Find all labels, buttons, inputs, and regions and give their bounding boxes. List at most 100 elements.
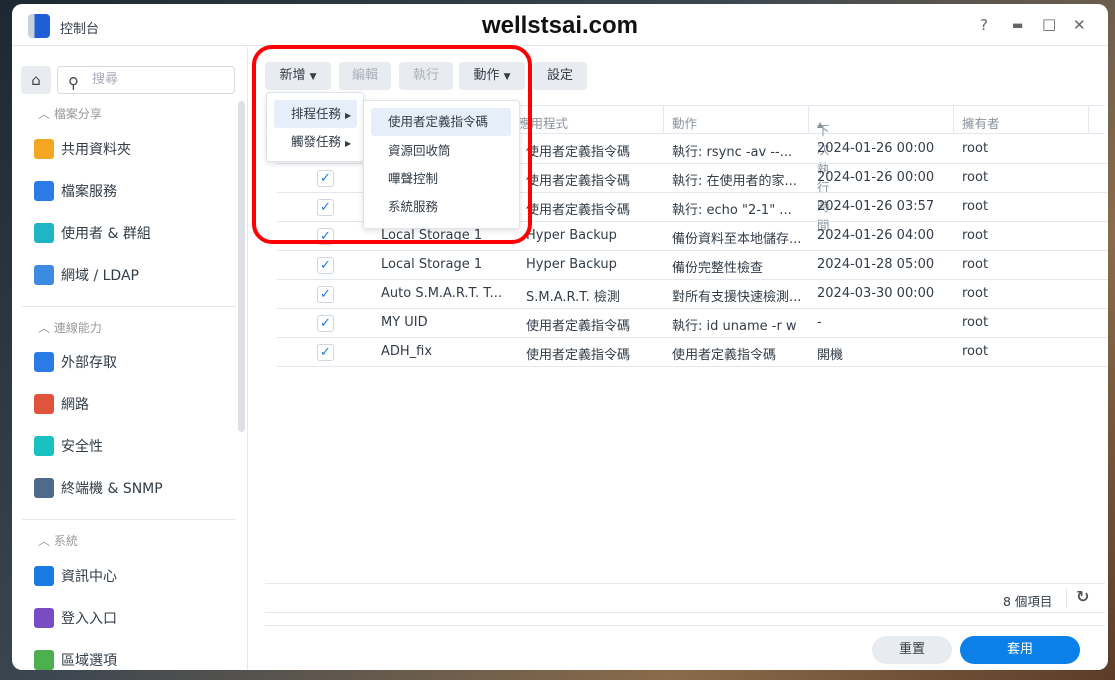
column-action[interactable]: 動作: [672, 113, 697, 132]
refresh-icon[interactable]: ↻: [1076, 587, 1089, 606]
table-row[interactable]: ✓ Auto S.M.A.R.T. T... S.M.A.R.T. 檢測 對所有…: [277, 280, 1108, 309]
task-action: 對所有支援快速檢測...: [672, 290, 802, 305]
sidebar-item-label: 網路: [61, 397, 89, 413]
terminal-icon: [34, 478, 54, 498]
footer-separator: [1066, 588, 1067, 608]
search-icon: ⚲: [68, 74, 79, 92]
table-row[interactable]: ✓ MY UID 使用者定義指令碼 執行: id uname -r w - ro…: [277, 309, 1108, 338]
sidebar-item-label: 外部存取: [61, 355, 117, 371]
sidebar-item[interactable]: 網路: [34, 394, 89, 414]
sidebar-item[interactable]: 檔案服務: [34, 181, 117, 201]
task-name: Local Storage 1: [381, 257, 483, 272]
sidebar-item[interactable]: 共用資料夾: [34, 139, 131, 159]
column-separator: [953, 106, 954, 134]
sidebar-divider: [22, 306, 236, 307]
sidebar: ⌂ ⚲ 搜尋 ︿ 檔案分享共用資料夾檔案服務使用者 & 群組 網域 / LDAP ︿ …: [12, 47, 248, 670]
section-label: 系統: [53, 534, 78, 548]
sidebar-item[interactable]: 區域選項: [34, 650, 117, 670]
task-name: Auto S.M.A.R.T. T...: [381, 286, 503, 301]
sidebar-item[interactable]: 使用者 & 群組: [34, 223, 151, 243]
task-app: 使用者定義指令碼: [526, 319, 631, 334]
maximize-button[interactable]: □: [1042, 15, 1056, 33]
reset-button[interactable]: 重置: [872, 636, 952, 664]
task-owner: root: [962, 257, 989, 272]
regional-icon: [34, 650, 54, 670]
help-button[interactable]: ?: [980, 16, 988, 34]
footer-divider: [265, 612, 1105, 613]
task-action: 執行: 在使用者的家...: [672, 174, 797, 189]
sidebar-item-label: 安全性: [61, 439, 103, 455]
chevron-up-icon: ︿: [38, 534, 51, 548]
task-app: 使用者定義指令碼: [526, 174, 631, 189]
task-next-run: 2024-01-26 00:00: [817, 141, 935, 156]
sidebar-item[interactable]: 外部存取: [34, 352, 117, 372]
item-count: 8 個項目: [1003, 594, 1053, 609]
enabled-checkbox[interactable]: ✓: [317, 257, 334, 274]
sidebar-item[interactable]: 終端機 & SNMP: [34, 478, 163, 498]
sidebar-item-label: 終端機 & SNMP: [61, 481, 163, 497]
shield-icon: [34, 436, 54, 456]
domain-icon: [34, 265, 54, 285]
task-next-run: 2024-01-26 04:00: [817, 228, 935, 243]
task-next-run: 2024-01-28 05:00: [817, 257, 935, 272]
users-icon: [34, 223, 54, 243]
enabled-checkbox[interactable]: ✓: [317, 315, 334, 332]
task-action: 使用者定義指令碼: [672, 348, 777, 363]
task-owner: root: [962, 344, 989, 359]
task-next-run: -: [817, 315, 822, 330]
sidebar-scrollbar[interactable]: [238, 101, 245, 432]
task-app: S.M.A.R.T. 檢測: [526, 290, 620, 305]
section-label: 檔案分享: [53, 107, 102, 121]
section-header[interactable]: ︿ 系統: [38, 532, 78, 549]
sidebar-divider: [22, 519, 236, 520]
minimize-button[interactable]: ▬: [1012, 18, 1023, 32]
task-action: 備份完整性檢查: [672, 261, 764, 276]
task-name: MY UID: [381, 315, 428, 330]
task-next-run: 開機: [817, 348, 844, 363]
task-name: ADH_fix: [381, 344, 433, 359]
task-app: 使用者定義指令碼: [526, 203, 631, 218]
footer-divider: [265, 583, 1105, 584]
sidebar-item-label: 檔案服務: [61, 184, 117, 200]
sidebar-item[interactable]: 安全性: [34, 436, 103, 456]
column-separator: [663, 106, 664, 134]
task-action: 備份資料至本地儲存...: [672, 232, 802, 247]
settings-button[interactable]: 設定: [533, 62, 587, 90]
column-separator: [1088, 106, 1089, 134]
external-access-icon: [34, 352, 54, 372]
task-app: Hyper Backup: [526, 257, 617, 272]
highlight-annotation: [252, 45, 532, 244]
sidebar-item[interactable]: 網域 / LDAP: [34, 265, 139, 285]
task-action: 執行: id uname -r w: [672, 319, 797, 334]
task-owner: root: [962, 199, 989, 214]
column-owner[interactable]: 擁有者: [962, 113, 1000, 132]
section-header[interactable]: ︿ 檔案分享: [38, 105, 102, 122]
title-bar: 控制台 wellstsai.com ? ▬ □ ✕: [12, 4, 1108, 46]
network-icon: [34, 394, 54, 414]
sidebar-item-label: 登入入口: [61, 611, 117, 627]
folder-icon: [34, 139, 54, 159]
search-input[interactable]: ⚲ 搜尋: [57, 66, 235, 94]
sidebar-item-label: 使用者 & 群組: [61, 226, 151, 242]
chevron-up-icon: ︿: [38, 321, 51, 335]
enabled-checkbox[interactable]: ✓: [317, 286, 334, 303]
task-owner: root: [962, 286, 989, 301]
apply-button[interactable]: 套用: [960, 636, 1080, 664]
sidebar-item[interactable]: 登入入口: [34, 608, 117, 628]
home-button[interactable]: ⌂: [21, 66, 51, 94]
task-app: 使用者定義指令碼: [526, 145, 631, 160]
task-next-run: 2024-01-26 03:57: [817, 199, 935, 214]
sidebar-item-label: 網域 / LDAP: [61, 268, 139, 284]
sidebar-item-label: 共用資料夾: [61, 142, 131, 158]
close-button[interactable]: ✕: [1073, 16, 1086, 34]
table-row[interactable]: ✓ ADH_fix 使用者定義指令碼 使用者定義指令碼 開機 root: [277, 338, 1108, 367]
task-owner: root: [962, 170, 989, 185]
search-placeholder: 搜尋: [92, 72, 119, 87]
enabled-checkbox[interactable]: ✓: [317, 344, 334, 361]
section-label: 連線能力: [53, 321, 102, 335]
table-row[interactable]: ✓ Local Storage 1 Hyper Backup 備份完整性檢查 2…: [277, 251, 1108, 280]
footer-divider: [265, 625, 1105, 626]
column-separator: [808, 106, 809, 134]
sidebar-item[interactable]: 資訊中心: [34, 566, 117, 586]
section-header[interactable]: ︿ 連線能力: [38, 319, 102, 336]
